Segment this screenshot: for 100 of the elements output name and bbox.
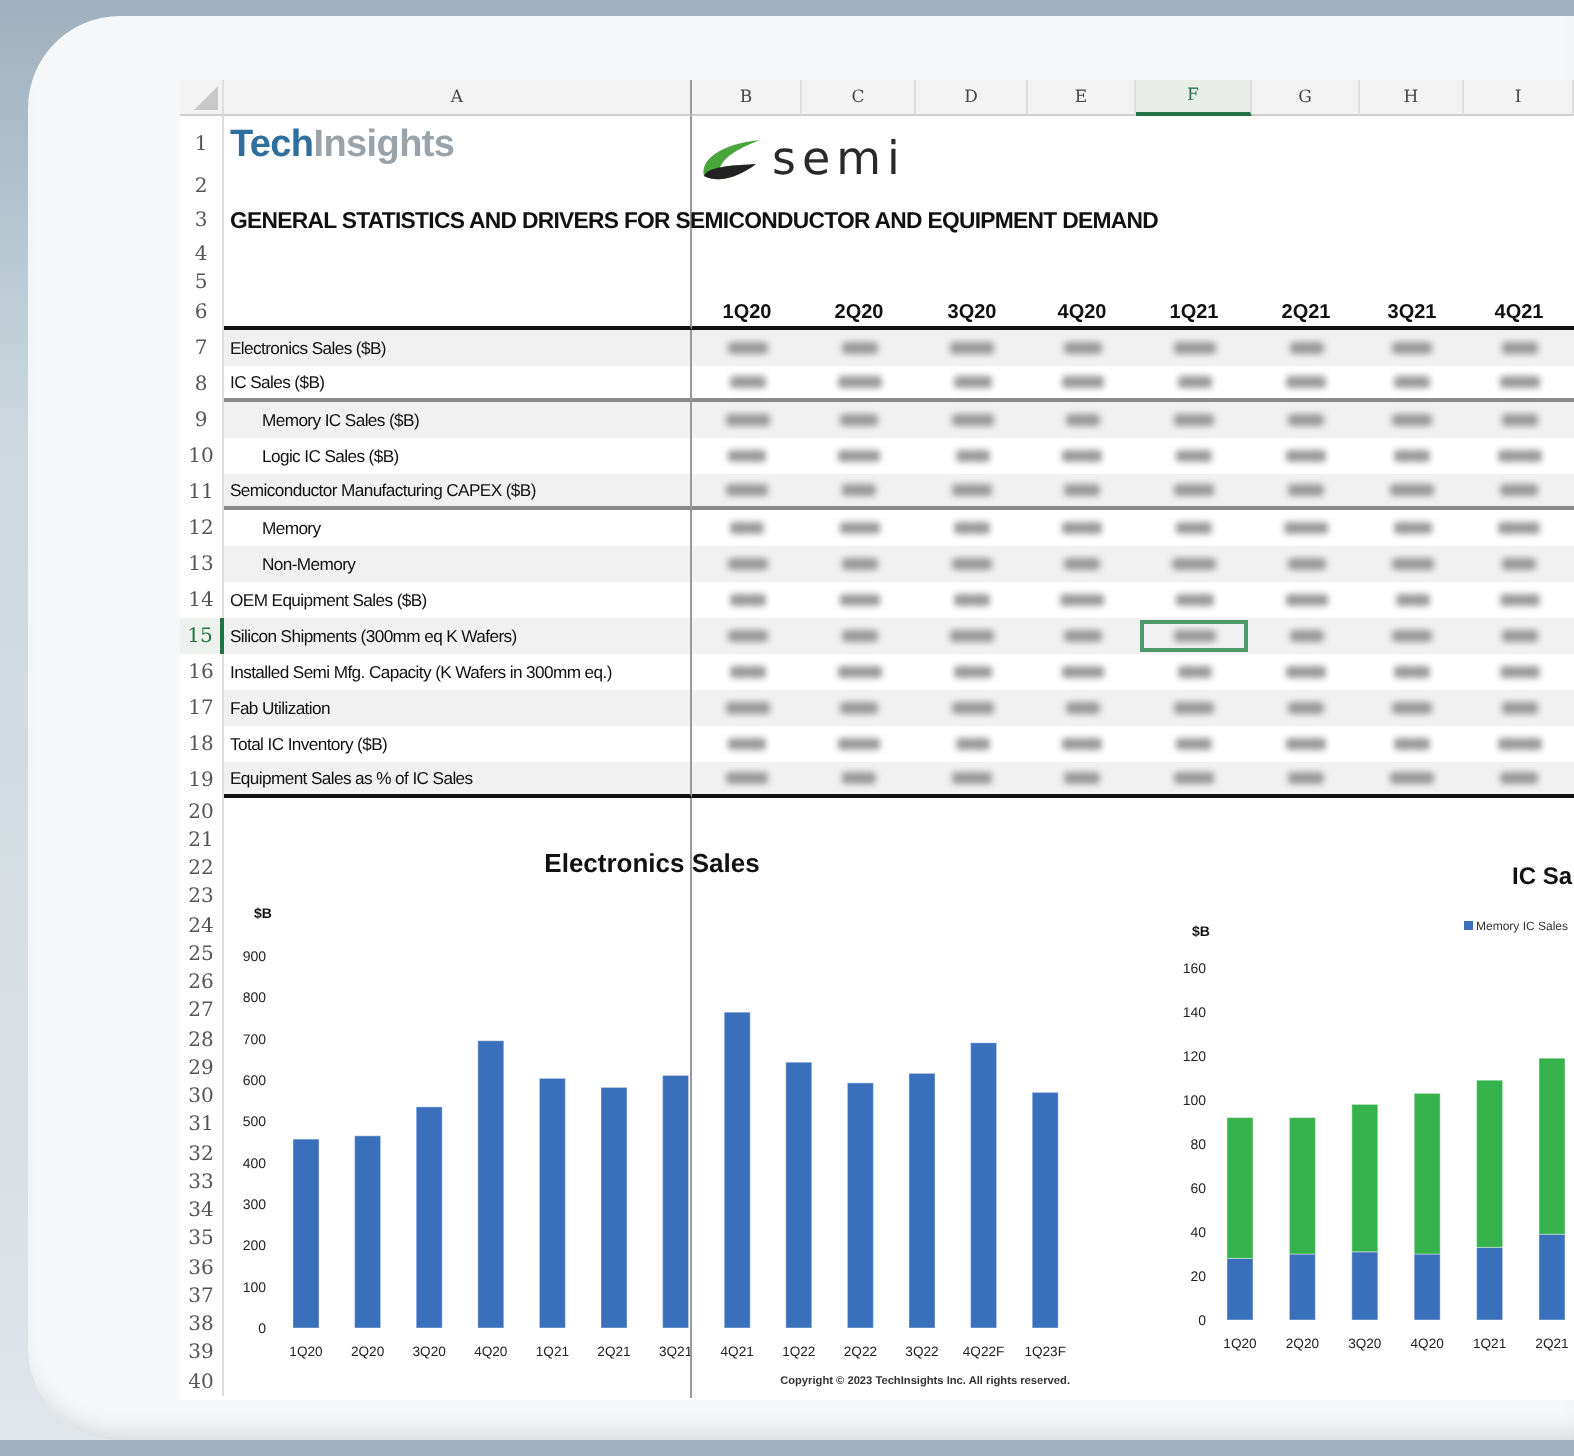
metric-label: Installed Semi Mfg. Capacity (K Wafers in 300mm eq.) <box>230 662 612 682</box>
blurred-value <box>1065 702 1099 714</box>
metric-label: IC Sales ($B) <box>230 372 325 392</box>
blurred-value <box>955 450 989 462</box>
blurred-value <box>727 558 767 570</box>
blurred-value <box>952 558 992 570</box>
blurred-value <box>951 702 993 714</box>
blurred-value <box>1393 522 1431 534</box>
blurred-value <box>1501 414 1537 426</box>
column-header[interactable]: E <box>1028 80 1136 116</box>
column-header[interactable]: G <box>1252 80 1360 116</box>
blurred-value <box>1288 484 1324 496</box>
metric-label: OEM Equipment Sales ($B) <box>230 590 427 610</box>
column-header[interactable]: D <box>916 80 1028 116</box>
quarter-header: 2Q21 <box>1281 302 1331 324</box>
blurred-value <box>1174 484 1214 496</box>
blurred-value <box>1288 702 1324 714</box>
selected-cell[interactable] <box>1140 620 1248 652</box>
blurred-value <box>841 558 877 570</box>
blurred-value <box>842 484 876 496</box>
blurred-value <box>1390 772 1434 784</box>
blurred-value <box>842 772 876 784</box>
blurred-value <box>729 594 765 606</box>
blurred-value <box>1499 666 1539 678</box>
blurred-value <box>726 772 768 784</box>
blurred-value <box>1174 414 1214 426</box>
blurred-value <box>840 702 878 714</box>
blurred-value <box>1177 666 1211 678</box>
blurred-value <box>729 376 765 388</box>
blurred-value <box>1392 702 1432 714</box>
blurred-value <box>728 738 766 750</box>
blurred-value <box>952 772 992 784</box>
quarter-header: 3Q21 <box>1387 302 1437 324</box>
blurred-value <box>1288 414 1324 426</box>
quarter-header: 1Q21 <box>1169 302 1219 324</box>
column-header[interactable]: F <box>1136 80 1252 116</box>
blurred-value <box>1394 450 1430 462</box>
blurred-value <box>839 522 879 534</box>
blurred-value <box>837 666 881 678</box>
blurred-value <box>839 594 879 606</box>
metric-label: Equipment Sales as % of IC Sales <box>230 768 473 788</box>
quarter-header: 1Q20 <box>722 302 772 324</box>
metric-label: Logic IC Sales ($B) <box>262 446 399 466</box>
brand-logo: TechInsights <box>230 124 455 168</box>
column-header[interactable]: A <box>224 80 692 116</box>
blurred-value <box>1064 772 1100 784</box>
blurred-value <box>1173 630 1215 642</box>
blurred-value <box>1391 558 1433 570</box>
column-header[interactable]: B <box>692 80 802 116</box>
blurred-value <box>841 630 877 642</box>
blurred-value <box>726 484 768 496</box>
blurred-value <box>838 450 880 462</box>
blurred-value <box>841 342 877 354</box>
blurred-value <box>727 630 767 642</box>
blurred-value <box>1501 630 1537 642</box>
blurred-value <box>1497 450 1541 462</box>
blurred-value <box>729 666 765 678</box>
column-header[interactable]: H <box>1360 80 1464 116</box>
quarter-header: 4Q20 <box>1057 302 1107 324</box>
blurred-value <box>1285 594 1327 606</box>
blurred-value <box>1172 558 1216 570</box>
blurred-value <box>1175 594 1213 606</box>
column-header[interactable]: I <box>1464 80 1574 116</box>
metric-label: Fab Utilization <box>230 698 330 718</box>
blurred-value <box>1064 484 1100 496</box>
blurred-value <box>955 738 989 750</box>
blurred-value <box>1500 484 1538 496</box>
blurred-value <box>1062 738 1102 750</box>
blurred-value <box>1501 702 1537 714</box>
metric-label: Memory IC Sales ($B) <box>262 410 420 430</box>
blurred-value <box>1498 522 1540 534</box>
blurred-value <box>1501 342 1537 354</box>
blurred-value <box>1286 450 1326 462</box>
blurred-value <box>1063 342 1101 354</box>
metric-label: Silicon Shipments (300mm eq K Wafers) <box>230 626 517 646</box>
blurred-value <box>727 342 767 354</box>
blurred-value <box>954 594 990 606</box>
column-header[interactable]: C <box>802 80 916 116</box>
blurred-value <box>950 342 994 354</box>
blurred-value <box>953 376 991 388</box>
blurred-value <box>1499 594 1539 606</box>
metric-label: Non-Memory <box>262 554 356 574</box>
blurred-value <box>1497 738 1541 750</box>
blurred-value <box>950 630 994 642</box>
blurred-value <box>1062 450 1102 462</box>
blurred-value <box>1392 342 1432 354</box>
blurred-value <box>1174 772 1214 784</box>
row-header[interactable]: 15 <box>180 618 224 654</box>
blurred-value <box>1502 558 1536 570</box>
quarter-header: 3Q20 <box>947 302 997 324</box>
blurred-value <box>951 414 993 426</box>
blurred-value <box>953 666 991 678</box>
blurred-value <box>1061 666 1103 678</box>
blurred-value <box>1176 738 1212 750</box>
blurred-value <box>1394 738 1430 750</box>
blurred-value <box>1288 772 1324 784</box>
blurred-value <box>1286 666 1326 678</box>
blurred-value <box>730 522 764 534</box>
blurred-value <box>728 450 766 462</box>
blurred-value <box>1395 594 1429 606</box>
